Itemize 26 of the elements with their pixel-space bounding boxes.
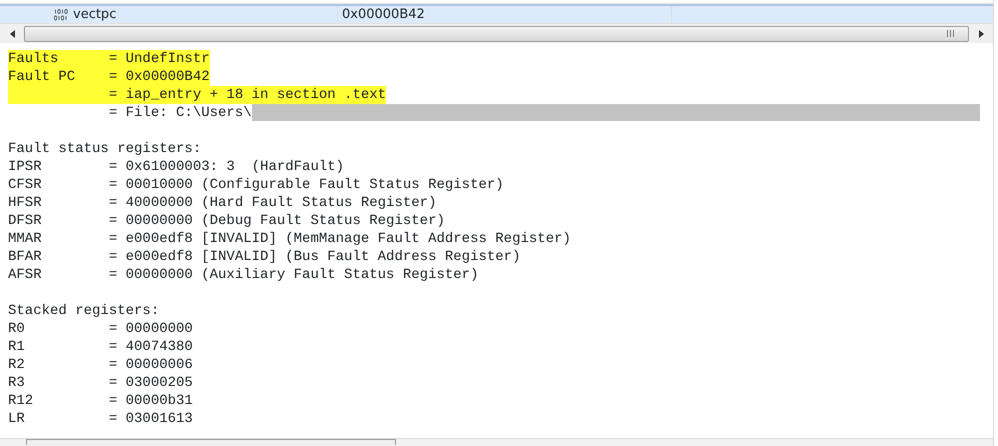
output-line: HFSR = 40000000 (Hard Fault Status Register) [8,194,436,212]
binary-icon [54,8,68,20]
output-line: AFSR = 00000000 (Auxiliary Fault Status Register) [8,266,478,284]
scroll-right-icon[interactable] [978,30,984,38]
scrollbar-thumb[interactable] [24,26,969,42]
horizontal-scrollbar[interactable] [0,438,993,446]
output-line: = File: C:\Users\ [108,104,252,122]
output-line: R0 = 00000000 [8,320,193,338]
output-line: DFSR = 00000000 (Debug Fault Status Register) [8,212,445,230]
output-line: Stacked registers: [8,302,160,320]
table-row[interactable]: vectpc 0x00000B42 [0,4,993,23]
output-line: R1 = 40074380 [8,338,193,356]
output-line: IPSR = 0x61000003: 3 (HardFault) [8,158,344,176]
output-line: CFSR = 00010000 (Configurable Fault Status Register) [8,176,504,194]
variable-name: vectpc [73,6,116,24]
horizontal-scrollbar[interactable] [0,23,993,43]
output-line: R3 = 03000205 [8,374,193,392]
variable-value: 0x00000B42 [342,6,425,24]
output-line: MMAR = e000edf8 [INVALID] (MemManage Fault Address Register) [8,230,571,248]
grip-icon [947,30,954,37]
output-line: LR = 03001613 [8,410,193,428]
output-line: R2 = 00000006 [8,356,193,374]
scroll-left-icon[interactable] [10,30,14,38]
output-line: BFAR = e000edf8 [INVALID] (Bus Fault Address Register) [8,248,520,266]
output-line: Fault status registers: [8,140,202,158]
output-line: R12 = 00000b31 [8,392,193,410]
